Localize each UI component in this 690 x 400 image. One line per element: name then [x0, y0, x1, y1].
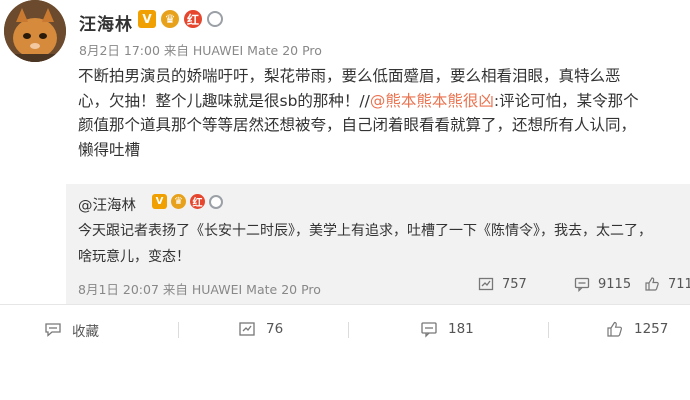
post-line-text: 心，欠抽！整个儿趣味就是很sb的那种！// — [78, 91, 370, 110]
comment-count: 181 — [448, 321, 474, 337]
action-separator — [348, 322, 349, 338]
mention-link[interactable]: @熊本熊本熊很凶 — [370, 92, 494, 110]
quoted-comment-count: 9115 — [598, 276, 632, 292]
post-line-text: :评论可怕，某令那个 — [493, 91, 639, 110]
verified-v-icon[interactable]: V — [152, 194, 167, 209]
medal-icon[interactable] — [209, 194, 223, 209]
action-separator — [548, 322, 549, 338]
red-badge-icon[interactable]: 红 — [184, 10, 202, 28]
quoted-like-stat[interactable]: 7110 — [644, 276, 690, 292]
quoted-comment-stat[interactable]: 9115 — [574, 276, 631, 292]
quoted-repost-stat[interactable]: 757 — [478, 276, 527, 292]
like-icon — [645, 277, 659, 291]
comment-button[interactable]: 181 — [420, 320, 474, 338]
repost-count: 76 — [266, 321, 284, 337]
post-line: 不断拍男演员的娇喘吁吁，梨花带雨，要么低面蹙眉，要么相看泪眼，真特么恶 — [78, 67, 621, 85]
quoted-repost-count: 757 — [502, 276, 527, 292]
avatar[interactable] — [4, 0, 66, 62]
weibo-post: 汪海林 V ♛ 红 8月2日 17:00 来自 HUAWEI Mate 20 P… — [0, 0, 690, 400]
favorite-label: 收藏 — [72, 324, 99, 340]
like-count: 1257 — [634, 321, 669, 337]
favorite-button[interactable]: 收藏 — [44, 320, 99, 340]
quoted-line: 啥玩意儿，变态！ — [78, 249, 190, 265]
repost-icon — [478, 277, 494, 291]
crown-icon[interactable]: ♛ — [171, 194, 186, 209]
action-bar: 收藏 76 181 1257 — [0, 310, 690, 350]
quoted-post[interactable]: @汪海林 V ♛ 红 今天跟记者表扬了《长安十二时辰》，美学上有追求，吐槽了一下… — [66, 184, 690, 304]
post-meta: 8月2日 17:00 来自 HUAWEI Mate 20 Pro — [79, 43, 322, 58]
verified-v-icon[interactable]: V — [138, 10, 156, 28]
author-name[interactable]: 汪海林 — [79, 10, 133, 35]
post-content: 不断拍男演员的娇喘吁吁，梨花带雨，要么低面蹙眉，要么相看泪眼，真特么恶 心，欠抽… — [78, 64, 690, 162]
repost-icon — [239, 322, 255, 336]
red-badge-icon[interactable]: 红 — [190, 194, 205, 209]
quoted-content: 今天跟记者表扬了《长安十二时辰》，美学上有追求，吐槽了一下《陈情令》，我去，太二… — [78, 218, 690, 270]
like-icon — [607, 321, 622, 337]
comment-icon — [421, 322, 437, 338]
quoted-author[interactable]: @汪海林 — [78, 194, 136, 215]
quoted-line: 今天跟记者表扬了《长安十二时辰》，美学上有追求，吐槽了一下《陈情令》，我去，太二… — [78, 223, 652, 239]
post-line: 懒得吐槽 — [78, 140, 141, 159]
post-line: 颜值那个道具那个等等居然还想被夸，自己闭着眼看看就算了，还想所有人认同， — [78, 116, 637, 134]
repost-button[interactable]: 76 — [238, 320, 283, 338]
action-separator — [178, 322, 179, 338]
author-badges: V ♛ 红 — [138, 10, 223, 28]
post-line: 心，欠抽！整个儿趣味就是很sb的那种！//@熊本熊本熊很凶:评论可怕，某令那个 — [78, 89, 690, 114]
comment-icon — [574, 277, 590, 292]
favorite-icon — [45, 323, 61, 337]
like-button[interactable]: 1257 — [606, 320, 668, 338]
crown-icon[interactable]: ♛ — [161, 10, 179, 28]
quoted-author-badges: V ♛ 红 — [152, 194, 223, 209]
medal-icon[interactable] — [207, 11, 223, 27]
quoted-like-count: 7110 — [668, 276, 690, 292]
quoted-meta: 8月1日 20:07 来自 HUAWEI Mate 20 Pro — [78, 282, 321, 297]
divider — [0, 304, 690, 305]
